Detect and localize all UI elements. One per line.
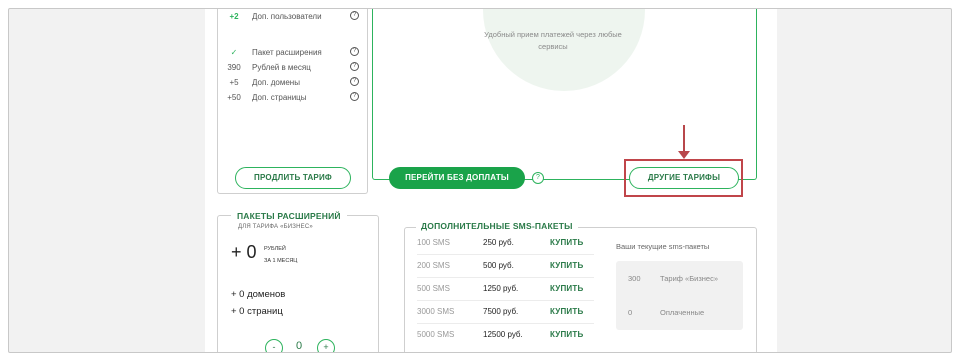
sms-package-row: 500 SMS 1250 руб. КУПИТЬ (417, 278, 594, 301)
feature-row: +50 Доп. страницы ? (218, 92, 369, 107)
sms-amount: 100 SMS (417, 238, 450, 247)
sms-price: 500 руб. (483, 261, 514, 270)
feature-row: 390 Рублей в месяц ? (218, 62, 369, 77)
extension-pages: + 0 страниц (231, 306, 283, 317)
feature-value: 390 (227, 63, 241, 72)
feature-label: Рублей в месяц (252, 63, 311, 72)
sms-price: 12500 руб. (483, 330, 523, 339)
help-icon[interactable]: ? (350, 92, 359, 101)
current-sms-label: Тариф «Бизнес» (660, 274, 718, 283)
stepper-minus-button[interactable]: - (265, 339, 283, 352)
buy-sms-link[interactable]: КУПИТЬ (550, 284, 583, 293)
other-tariffs-button[interactable]: ДРУГИЕ ТАРИФЫ (629, 167, 739, 189)
sms-package-row: 3000 SMS 7500 руб. КУПИТЬ (417, 301, 594, 324)
extension-packages-card (217, 215, 379, 352)
screenshot-frame: +2 Доп. пользователи ? ✓ Пакет расширени… (8, 8, 952, 353)
help-icon[interactable]: ? (350, 11, 359, 20)
annotation-arrow-head (678, 151, 690, 159)
feature-label: Доп. страницы (252, 93, 307, 102)
sms-amount: 200 SMS (417, 261, 450, 270)
extension-price-unit: РУБЛЕЙ ЗА 1 МЕСЯЦ (264, 243, 297, 267)
help-icon[interactable]: ? (350, 77, 359, 86)
sms-package-row: 200 SMS 500 руб. КУПИТЬ (417, 255, 594, 278)
extension-packages-subtitle: ДЛЯ ТАРИФА «БИЗНЕС» (238, 224, 313, 230)
switch-without-payment-button[interactable]: ПЕРЕЙТИ БЕЗ ДОПЛАТЫ (389, 167, 525, 189)
feature-value: +5 (229, 78, 239, 87)
buy-sms-link[interactable]: КУПИТЬ (550, 330, 583, 339)
help-icon[interactable]: ? (350, 62, 359, 71)
current-sms-count: 0 (628, 308, 633, 317)
feature-label: Доп. домены (252, 78, 300, 87)
feature-row: +5 Доп. домены ? (218, 77, 369, 92)
extension-domains: + 0 доменов (231, 289, 286, 300)
feature-value: +2 (229, 12, 239, 21)
price-unit-currency: РУБЛЕЙ (264, 246, 286, 252)
feature-value: +50 (227, 93, 241, 102)
current-sms-label: Оплаченные (660, 308, 705, 317)
help-icon[interactable]: ? (350, 47, 359, 56)
help-icon[interactable]: ? (532, 172, 544, 184)
sms-amount: 3000 SMS (417, 307, 455, 316)
check-icon: ✓ (230, 48, 238, 57)
current-sms-box: 300 Тариф «Бизнес» 0 Оплаченные (616, 261, 743, 330)
stepper-value: 0 (296, 340, 303, 352)
sms-package-row: 5000 SMS 12500 руб. КУПИТЬ (417, 324, 594, 347)
sms-package-row: 100 SMS 250 руб. КУПИТЬ (417, 232, 594, 255)
stepper-plus-button[interactable]: + (317, 339, 335, 352)
buy-sms-link[interactable]: КУПИТЬ (550, 261, 583, 270)
sms-amount: 500 SMS (417, 284, 450, 293)
sms-packages-title: ДОПОЛНИТЕЛЬНЫЕ SMS-ПАКЕТЫ (416, 221, 578, 231)
promo-text: Удобный прием платежей через любые серви… (484, 30, 622, 51)
buy-sms-link[interactable]: КУПИТЬ (550, 238, 583, 247)
feature-row: +2 Доп. пользователи ? (218, 11, 369, 26)
sms-price: 1250 руб. (483, 284, 519, 293)
sms-price: 7500 руб. (483, 307, 519, 316)
sms-price: 250 руб. (483, 238, 514, 247)
extension-price: + 0 (231, 242, 257, 262)
feature-label: Пакет расширения (252, 48, 322, 57)
extend-tariff-button[interactable]: ПРОДЛИТЬ ТАРИФ (235, 167, 351, 189)
sms-amount: 5000 SMS (417, 330, 455, 339)
feature-label: Доп. пользователи (252, 12, 322, 21)
tariff-page: +2 Доп. пользователи ? ✓ Пакет расширени… (205, 9, 777, 352)
buy-sms-link[interactable]: КУПИТЬ (550, 307, 583, 316)
extension-packages-title: ПАКЕТЫ РАСШИРЕНИЙ (231, 211, 347, 221)
price-unit-period: ЗА 1 МЕСЯЦ (264, 258, 298, 264)
current-sms-count: 300 (628, 274, 641, 283)
feature-row: ✓ Пакет расширения ? (218, 47, 369, 62)
current-sms-title: Ваши текущие sms-пакеты (616, 242, 710, 251)
